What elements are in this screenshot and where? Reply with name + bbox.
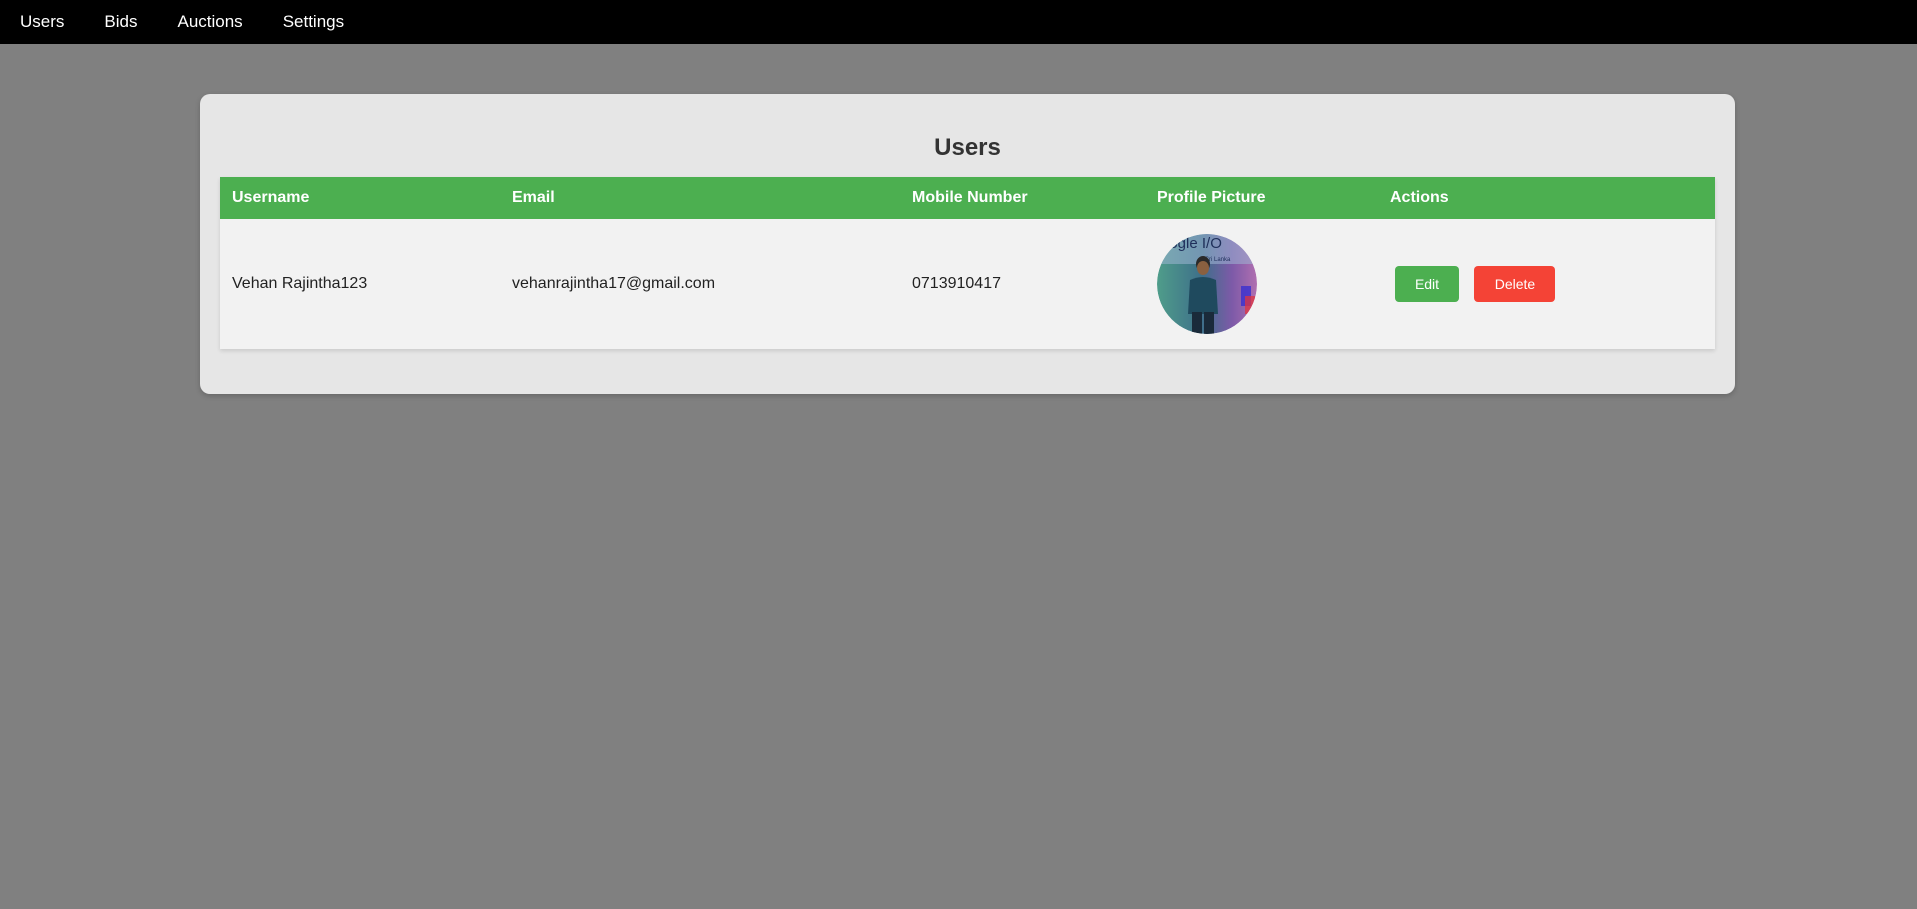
table-row: Vehan Rajintha123 vehanrajintha17@gmail.…: [220, 219, 1715, 349]
column-header-email: Email: [512, 189, 555, 206]
table-body: Vehan Rajintha123 vehanrajintha17@gmail.…: [220, 219, 1715, 349]
column-header-profile-picture: Profile Picture: [1157, 189, 1266, 206]
top-navigation-bar: Users Bids Auctions Settings: [0, 0, 1917, 44]
avatar-overlay-text: oogle I/O: [1161, 235, 1222, 252]
cell-mobile-number: 0713910417: [912, 275, 1001, 292]
edit-button[interactable]: Edit: [1395, 266, 1459, 302]
column-header-username: Username: [232, 189, 310, 206]
cell-username: Vehan Rajintha123: [232, 275, 368, 292]
nav-link-users[interactable]: Users: [20, 12, 64, 32]
users-panel: Users Username Email Mobile Number Profi…: [200, 94, 1735, 394]
nav-link-bids[interactable]: Bids: [104, 12, 137, 32]
profile-picture-avatar: oogle I/O Sri Lanka: [1157, 234, 1257, 334]
table-header-row: Username Email Mobile Number Profile Pic…: [220, 177, 1715, 219]
cell-profile-picture: oogle I/O Sri Lanka: [1145, 219, 1378, 349]
page-title: Users: [934, 134, 1001, 161]
column-header-actions: Actions: [1390, 189, 1449, 206]
cell-email: vehanrajintha17@gmail.com: [512, 275, 716, 292]
column-header-mobile-number: Mobile Number: [912, 189, 1028, 206]
delete-button[interactable]: Delete: [1474, 266, 1556, 302]
table-header: Username Email Mobile Number Profile Pic…: [220, 177, 1715, 219]
nav-link-auctions[interactable]: Auctions: [177, 12, 242, 32]
nav-link-settings[interactable]: Settings: [283, 12, 344, 32]
cell-actions: Edit Delete: [1378, 219, 1715, 349]
users-table: Username Email Mobile Number Profile Pic…: [220, 177, 1715, 349]
